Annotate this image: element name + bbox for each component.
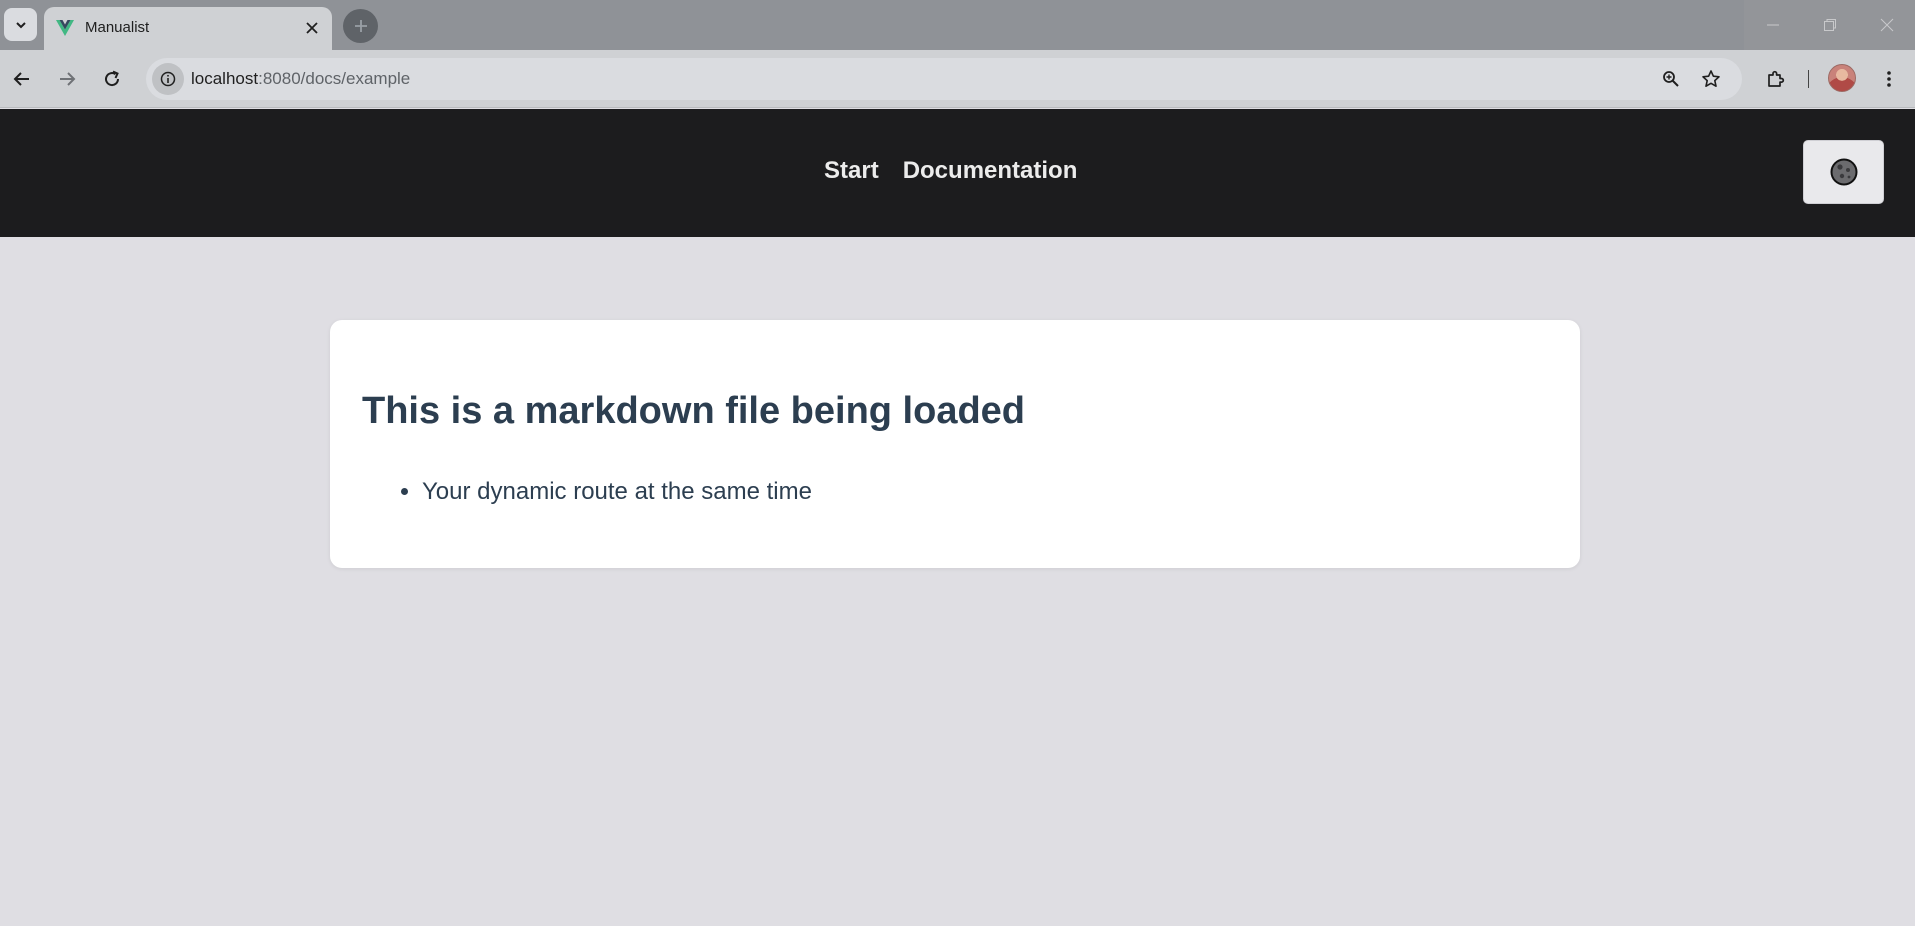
puzzle-icon xyxy=(1768,70,1785,87)
star-icon xyxy=(1702,70,1720,87)
window-controls xyxy=(1744,0,1915,50)
zoom-icon xyxy=(1663,71,1679,87)
browser-menu-button[interactable] xyxy=(1873,63,1905,95)
nav-link-start[interactable]: Start xyxy=(824,157,879,185)
tab-search-button[interactable] xyxy=(4,8,37,41)
info-icon xyxy=(160,71,176,87)
close-window-button[interactable] xyxy=(1858,0,1915,50)
browser-tab[interactable]: Manualist xyxy=(44,7,332,50)
arrow-left-icon xyxy=(13,72,29,86)
zoom-button[interactable] xyxy=(1659,67,1683,91)
nav-link-documentation[interactable]: Documentation xyxy=(903,157,1078,185)
site-info-button[interactable] xyxy=(152,63,184,95)
plus-icon xyxy=(354,20,367,32)
vue-logo-icon xyxy=(56,20,74,36)
restore-button[interactable] xyxy=(1801,0,1858,50)
close-icon xyxy=(1880,18,1893,32)
extensions-button[interactable] xyxy=(1760,63,1792,95)
page-title: This is a markdown file being loaded xyxy=(362,390,1026,432)
new-tab-button[interactable] xyxy=(343,9,378,43)
kebab-menu-icon xyxy=(1887,71,1891,87)
toolbar-separator xyxy=(1808,70,1809,88)
back-button[interactable] xyxy=(6,63,38,95)
moon-icon xyxy=(1830,158,1857,186)
page: Start Documentation This is a markdown f… xyxy=(0,109,1915,926)
theme-toggle-button[interactable] xyxy=(1803,140,1884,204)
minimize-icon xyxy=(1766,24,1779,26)
browser-tabstrip: Manualist xyxy=(0,0,1915,50)
url-host: localhost xyxy=(191,69,259,88)
list-item: Your dynamic route at the same time xyxy=(422,478,812,506)
site-navbar: Start Documentation xyxy=(0,109,1915,237)
minimize-button[interactable] xyxy=(1744,0,1801,50)
browser-toolbar: localhost:8080/docs/example xyxy=(0,50,1915,108)
reload-icon xyxy=(105,70,120,87)
forward-button[interactable] xyxy=(51,63,83,95)
content-card: This is a markdown file being loaded You… xyxy=(330,320,1580,568)
profile-avatar[interactable] xyxy=(1828,64,1856,92)
bullet-list: Your dynamic route at the same time xyxy=(362,478,812,506)
close-icon xyxy=(306,22,318,34)
address-bar[interactable]: localhost:8080/docs/example xyxy=(146,58,1742,100)
tab-title: Manualist xyxy=(85,19,150,36)
bookmark-button[interactable] xyxy=(1699,67,1723,91)
arrow-right-icon xyxy=(60,72,76,86)
url-path: :8080/docs/example xyxy=(258,69,411,88)
chevron-down-icon xyxy=(15,21,26,28)
url-text[interactable]: localhost:8080/docs/example xyxy=(191,69,410,89)
reload-button[interactable] xyxy=(96,63,128,95)
nav-links: Start Documentation xyxy=(824,157,1077,185)
restore-icon xyxy=(1823,19,1836,31)
tab-close-button[interactable] xyxy=(302,18,322,38)
